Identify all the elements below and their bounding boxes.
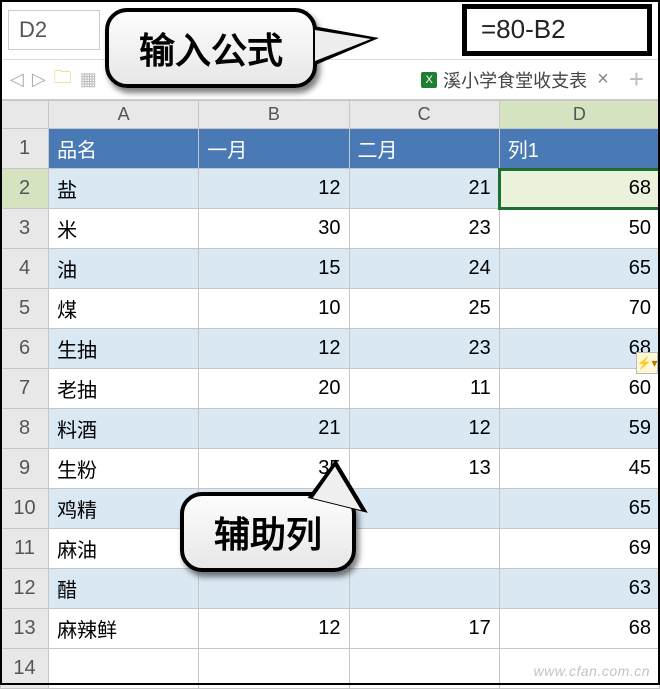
arrow-right-icon[interactable]: ▷ (32, 69, 46, 90)
cell[interactable]: 11 (349, 369, 499, 409)
cell[interactable]: 68 (499, 609, 659, 649)
cell[interactable]: 70 (499, 289, 659, 329)
cell[interactable]: 生粉 (49, 449, 199, 489)
cell[interactable]: 10 (199, 289, 349, 329)
cell[interactable]: 59 (499, 409, 659, 449)
cell[interactable]: 69 (499, 529, 659, 569)
cell[interactable]: 23 (349, 329, 499, 369)
cell[interactable]: 21 (199, 409, 349, 449)
cell[interactable]: 15 (199, 249, 349, 289)
cell[interactable]: 24 (349, 249, 499, 289)
cell[interactable]: 12 (199, 609, 349, 649)
cell[interactable]: 21 (349, 169, 499, 209)
cell[interactable]: 50 (499, 209, 659, 249)
cell[interactable]: 20 (199, 369, 349, 409)
row-header-14[interactable]: 14 (1, 649, 49, 689)
table-row[interactable]: 13麻辣鲜121768 (1, 609, 660, 649)
table-row[interactable]: 12醋 63 (1, 569, 660, 609)
cell[interactable]: 23 (349, 209, 499, 249)
cell[interactable] (49, 649, 199, 689)
row-header-3[interactable]: 3 (1, 209, 49, 249)
cell[interactable]: 30 (199, 209, 349, 249)
cell[interactable]: 煤 (49, 289, 199, 329)
workbook-tab-title: 溪小学食堂收支表 (443, 67, 587, 93)
table-row[interactable]: 2盐122168 (1, 169, 660, 209)
close-tab-button[interactable]: × (593, 68, 613, 91)
cell[interactable]: 12 (199, 169, 349, 209)
cell[interactable]: 醋 (49, 569, 199, 609)
header-cell[interactable]: 一月 (199, 129, 349, 169)
header-cell[interactable]: 品名 (49, 129, 199, 169)
header-cell[interactable]: 二月 (349, 129, 499, 169)
row-header-1[interactable]: 1 (1, 129, 49, 169)
name-box[interactable]: D2 (8, 10, 100, 50)
cell[interactable]: 鸡精 (49, 489, 199, 529)
table-row[interactable]: 3米302350 (1, 209, 660, 249)
cell[interactable]: 60 (499, 369, 659, 409)
tab-nav-icons: ◁ ▷ 🗀 ▦ (10, 65, 97, 95)
autofill-options-icon[interactable]: ⚡▾ (636, 352, 658, 374)
table-row[interactable]: 8料酒211259 (1, 409, 660, 449)
cell[interactable] (199, 649, 349, 689)
cell[interactable]: 米 (49, 209, 199, 249)
row-header-7[interactable]: 7 (1, 369, 49, 409)
select-all-corner[interactable] (1, 101, 49, 129)
cell[interactable]: 麻油 (49, 529, 199, 569)
cell[interactable]: 生抽 (49, 329, 199, 369)
cell[interactable] (349, 649, 499, 689)
row-header-4[interactable]: 4 (1, 249, 49, 289)
cell[interactable] (349, 529, 499, 569)
column-header-row[interactable]: A B C D (1, 101, 660, 129)
folder-icon[interactable]: 🗀 (54, 65, 72, 95)
cell[interactable]: 45 (499, 449, 659, 489)
row-header-2[interactable]: 2 (1, 169, 49, 209)
watermark: www.cfan.com.cn (534, 663, 650, 679)
cell[interactable]: 63 (499, 569, 659, 609)
cell[interactable]: 12 (349, 409, 499, 449)
row-header-12[interactable]: 12 (1, 569, 49, 609)
table-header-row[interactable]: 1 品名 一月 二月 列1 (1, 129, 660, 169)
grid-icon[interactable]: ▦ (80, 69, 97, 90)
excel-app-icon: X (421, 72, 437, 88)
cell[interactable]: 17 (349, 609, 499, 649)
row-header-10[interactable]: 10 (1, 489, 49, 529)
cell[interactable] (349, 569, 499, 609)
cell[interactable]: 12 (199, 329, 349, 369)
col-header-C[interactable]: C (349, 101, 499, 129)
spreadsheet-grid[interactable]: A B C D 1 品名 一月 二月 列1 2盐1221683米3023504油… (0, 100, 660, 689)
cell[interactable] (199, 569, 349, 609)
row-header-11[interactable]: 11 (1, 529, 49, 569)
col-header-B[interactable]: B (199, 101, 349, 129)
header-cell[interactable]: 列1 (499, 129, 659, 169)
formula-bar[interactable]: =80-B2 (462, 4, 652, 56)
table-row[interactable]: 5煤102570 (1, 289, 660, 329)
row-header-9[interactable]: 9 (1, 449, 49, 489)
callout-helper-text: 辅助列 (214, 514, 322, 555)
cell[interactable]: 盐 (49, 169, 199, 209)
cell[interactable]: 65 (499, 489, 659, 529)
row-header-6[interactable]: 6 (1, 329, 49, 369)
callout-helper-column: 辅助列 (180, 492, 356, 572)
arrow-left-icon[interactable]: ◁ (10, 69, 24, 90)
table-row[interactable]: 7老抽201160 (1, 369, 660, 409)
cell[interactable]: 25 (349, 289, 499, 329)
workbook-tab[interactable]: X 溪小学食堂收支表 × (421, 67, 613, 93)
cell[interactable]: 油 (49, 249, 199, 289)
cell[interactable]: 老抽 (49, 369, 199, 409)
col-header-A[interactable]: A (49, 101, 199, 129)
col-header-D[interactable]: D (499, 101, 659, 129)
cell[interactable]: 料酒 (49, 409, 199, 449)
row-header-5[interactable]: 5 (1, 289, 49, 329)
new-tab-button[interactable]: + (623, 64, 650, 95)
cell[interactable]: 68 (499, 169, 659, 209)
table-row[interactable]: 6生抽122368 (1, 329, 660, 369)
table-row[interactable]: 4油152465 (1, 249, 660, 289)
row-header-13[interactable]: 13 (1, 609, 49, 649)
row-header-8[interactable]: 8 (1, 409, 49, 449)
cell[interactable]: 麻辣鲜 (49, 609, 199, 649)
cell[interactable]: 65 (499, 249, 659, 289)
